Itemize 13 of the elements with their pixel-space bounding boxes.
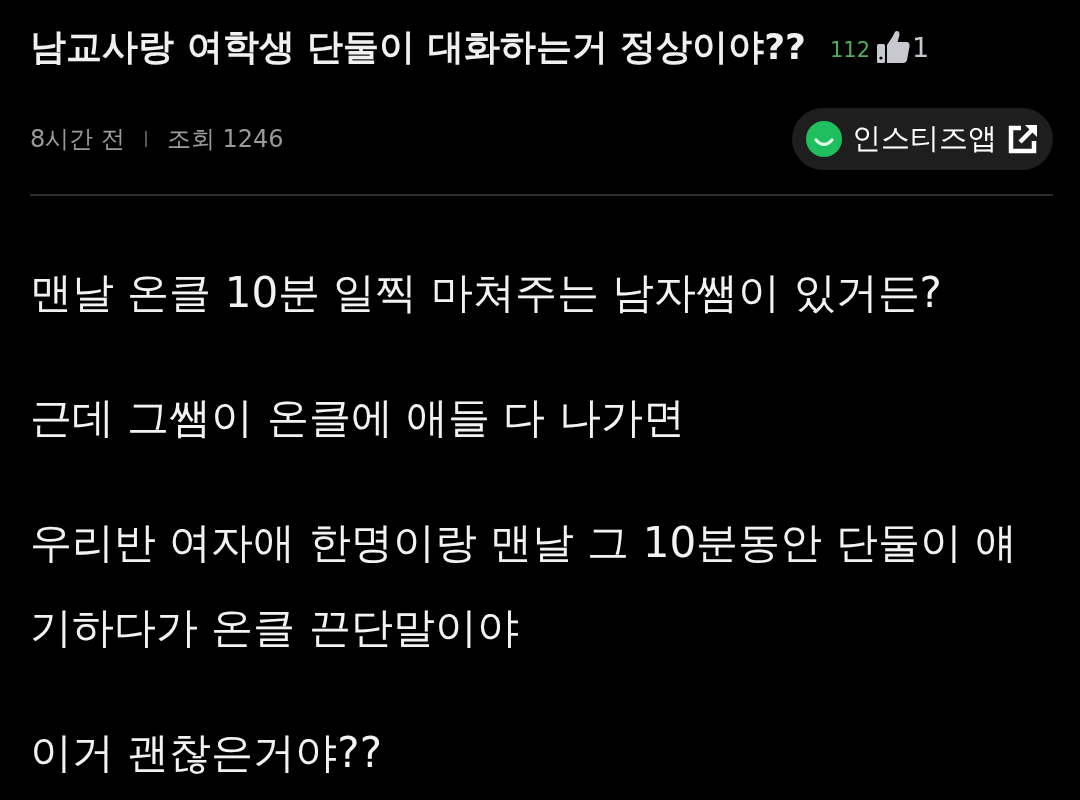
like-count: 1 (912, 31, 930, 63)
view-count: 조회 1246 (166, 124, 284, 155)
body-paragraph: 우리반 여자애 한명이랑 맨날 그 10분동안 단둘이 얘기하다가 온클 끈단말이야 (30, 517, 1018, 654)
comment-count: 112 (829, 38, 870, 62)
external-link-icon (1007, 123, 1039, 155)
smile-logo-icon (806, 121, 842, 157)
app-link-button[interactable]: 인스티즈앱 (792, 108, 1053, 170)
body-paragraph: 근데 그쌤이 온클에 애들 다 나가면 (30, 392, 686, 444)
body-paragraph: 이거 괜찮은거야?? (30, 727, 383, 779)
post-time: 8시간 전 (30, 124, 125, 155)
body-paragraph: 맨날 온클 10분 일찍 마쳐주는 남자쌤이 있거든? (30, 267, 943, 319)
thumbs-up-icon (876, 30, 910, 64)
post-title: 남교사랑 여학생 단둘이 대화하는거 정상이야?? (30, 25, 806, 69)
